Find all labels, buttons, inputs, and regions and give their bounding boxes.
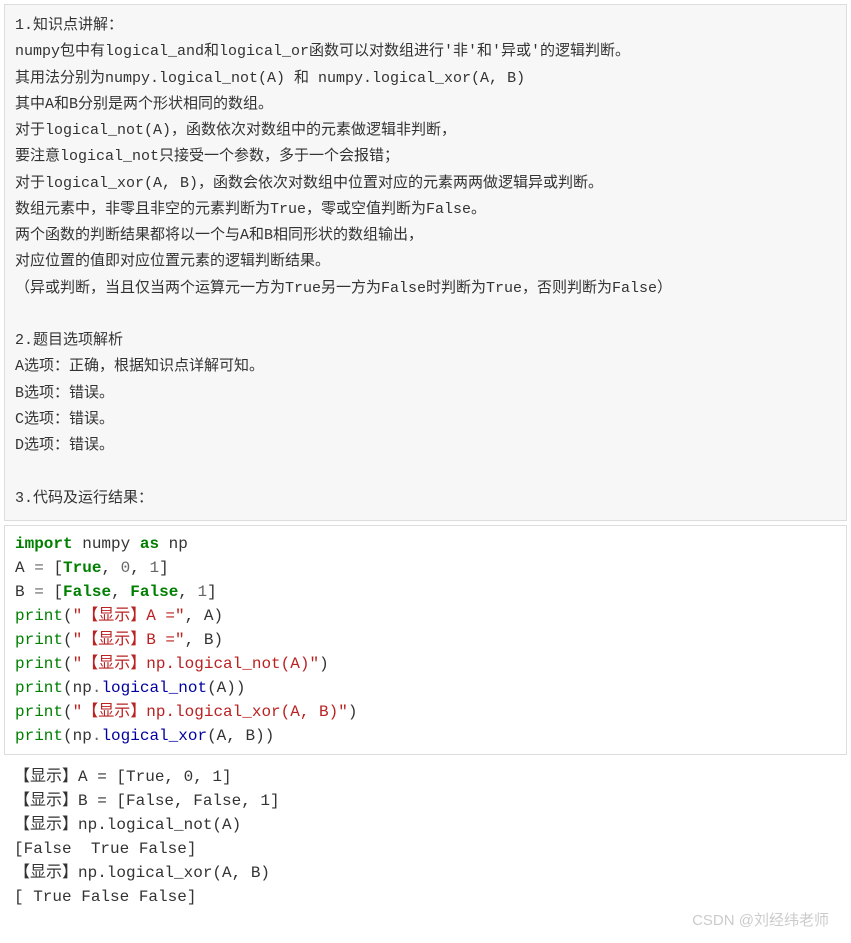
fn-print: print	[15, 655, 63, 673]
out-line: 【显示】B = [False, False, 1]	[14, 792, 280, 810]
var-a: A	[217, 727, 227, 745]
paren: )	[265, 727, 275, 745]
str-show-xor: "【显示】np.logical_xor(A, B)"	[73, 703, 348, 721]
fn-print: print	[15, 679, 63, 697]
exp-line: （异或判断，当且仅当两个运算元一方为True另一方为False时判断为True，…	[15, 280, 672, 297]
paren: )	[236, 679, 246, 697]
paren: (	[63, 679, 73, 697]
var-b: B	[15, 583, 25, 601]
dot: .	[92, 679, 102, 697]
str-show-not: "【显示】np.logical_not(A)"	[73, 655, 319, 673]
literal-zero: 0	[121, 559, 131, 577]
comma: ,	[178, 583, 188, 601]
paren: (	[63, 655, 73, 673]
comma: ,	[185, 631, 195, 649]
out-line: [False True False]	[14, 840, 196, 858]
comma: ,	[185, 607, 195, 625]
literal-false: False	[130, 583, 178, 601]
module-name: numpy	[82, 535, 130, 553]
out-line: 【显示】np.logical_xor(A, B)	[14, 864, 270, 882]
heading-1: 1.知识点讲解：	[15, 17, 123, 34]
bracket: ]	[159, 559, 169, 577]
fn-print: print	[15, 727, 63, 745]
paren: (	[207, 679, 217, 697]
paren: )	[255, 727, 265, 745]
out-line: 【显示】A = [True, 0, 1]	[14, 768, 232, 786]
exp-line: 对于logical_xor(A, B)，函数会依次对数组中位置对应的元素两两做逻…	[15, 175, 603, 192]
paren: (	[63, 607, 73, 625]
out-line: 【显示】np.logical_not(A)	[14, 816, 241, 834]
op-eq: =	[34, 559, 44, 577]
paren: )	[319, 655, 329, 673]
paren: (	[207, 727, 217, 745]
fn-print: print	[15, 607, 63, 625]
exp-line: 两个函数的判断结果都将以一个与A和B相同形状的数组输出，	[15, 227, 423, 244]
exp-line: 其用法分别为numpy.logical_not(A) 和 numpy.logic…	[15, 70, 525, 87]
comma: ,	[226, 727, 236, 745]
np: np	[73, 727, 92, 745]
watermark: CSDN @刘经纬老师	[692, 910, 829, 933]
paren: (	[63, 703, 73, 721]
bracket: [	[53, 559, 63, 577]
paren: )	[213, 631, 223, 649]
out-line: [ True False False]	[14, 888, 196, 906]
literal-false: False	[63, 583, 111, 601]
literal-one: 1	[150, 559, 160, 577]
comma: ,	[130, 559, 140, 577]
option-d: D选项：错误。	[15, 437, 114, 454]
paren: )	[213, 607, 223, 625]
kw-import: import	[15, 535, 73, 553]
fn-print: print	[15, 703, 63, 721]
paren: )	[348, 703, 358, 721]
paren: (	[63, 727, 73, 745]
option-b: B选项：错误。	[15, 385, 114, 402]
fn-print: print	[15, 631, 63, 649]
dot: .	[92, 727, 102, 745]
literal-true: True	[63, 559, 101, 577]
bracket: ]	[207, 583, 217, 601]
var-a: A	[15, 559, 25, 577]
exp-line: 要注意logical_not只接受一个参数，多于一个会报错；	[15, 148, 399, 165]
literal-one: 1	[198, 583, 208, 601]
bracket: [	[53, 583, 63, 601]
heading-2: 2.题目选项解析	[15, 332, 123, 349]
exp-line: numpy包中有logical_and和logical_or函数可以对数组进行'…	[15, 43, 630, 60]
code-block: import numpy as np A = [True, 0, 1] B = …	[4, 525, 847, 755]
option-c: C选项：错误。	[15, 411, 114, 428]
paren: (	[63, 631, 73, 649]
fn-logical-not: logical_not	[101, 679, 207, 697]
kw-as: as	[140, 535, 159, 553]
exp-line: 其中A和B分别是两个形状相同的数组。	[15, 96, 273, 113]
fn-logical-xor: logical_xor	[101, 727, 207, 745]
comma: ,	[101, 559, 111, 577]
comma: ,	[111, 583, 121, 601]
var-a: A	[217, 679, 227, 697]
str-show-b: "【显示】B ="	[73, 631, 185, 649]
exp-line: 对应位置的值即对应位置元素的逻辑判断结果。	[15, 253, 330, 270]
option-a: A选项：正确，根据知识点详解可知。	[15, 358, 264, 375]
output-block: 【显示】A = [True, 0, 1] 【显示】B = [False, Fal…	[4, 759, 847, 939]
str-show-a: "【显示】A ="	[73, 607, 185, 625]
op-eq: =	[34, 583, 44, 601]
alias: np	[169, 535, 188, 553]
exp-line: 数组元素中，非零且非空的元素判断为True，零或空值判断为False。	[15, 201, 486, 218]
np: np	[73, 679, 92, 697]
heading-3: 3.代码及运行结果：	[15, 490, 153, 507]
var-b: B	[246, 727, 256, 745]
exp-line: 对于logical_not(A)，函数依次对数组中的元素做逻辑非判断，	[15, 122, 456, 139]
explanation-section: 1.知识点讲解： numpy包中有logical_and和logical_or函…	[4, 4, 847, 521]
paren: )	[226, 679, 236, 697]
